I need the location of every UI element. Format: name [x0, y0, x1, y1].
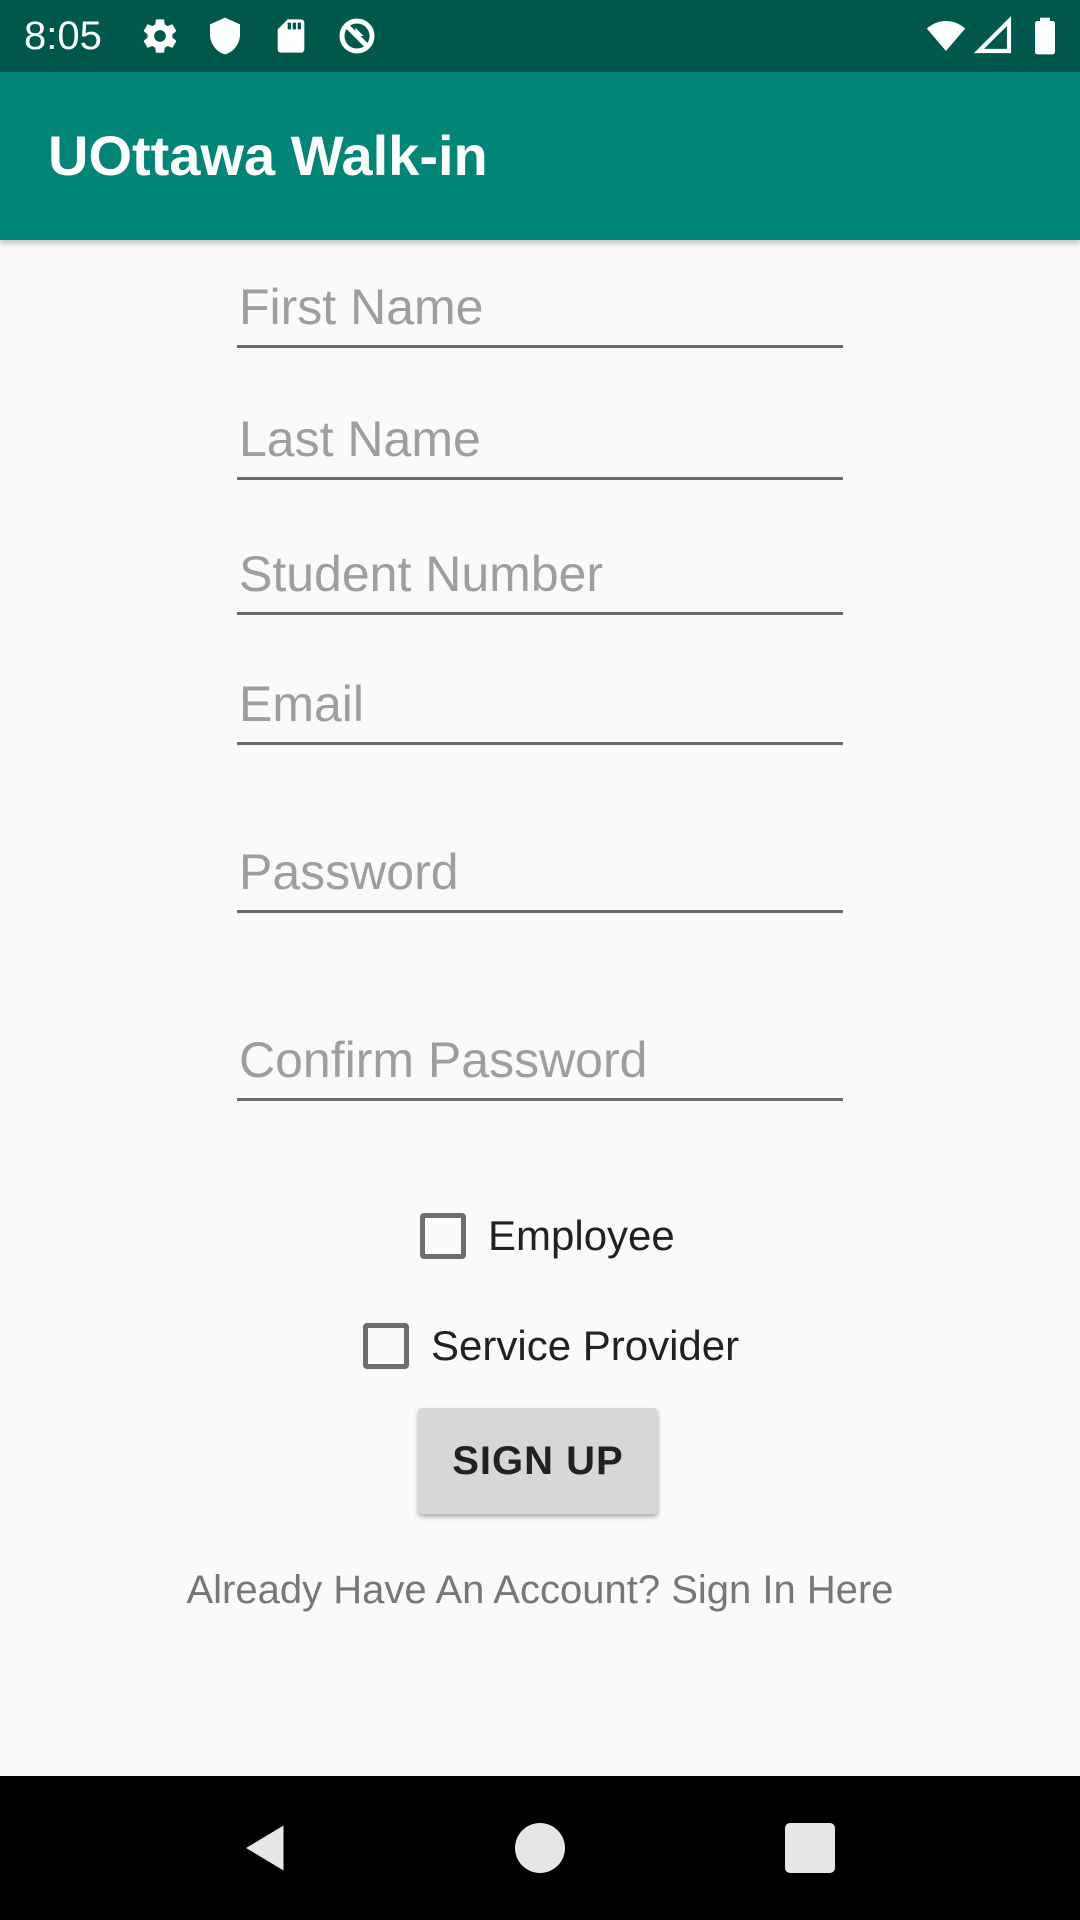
password-field[interactable]	[237, 833, 843, 913]
first-name-field-wrapper	[237, 268, 843, 348]
last-name-field-wrapper	[237, 400, 843, 480]
last-name-field[interactable]	[237, 400, 843, 480]
student-number-field[interactable]	[237, 535, 843, 615]
battery-icon	[1035, 17, 1055, 55]
confirm-password-field-wrapper	[237, 1021, 843, 1101]
first-name-field[interactable]	[237, 268, 843, 348]
app-bar: UOttawa Walk-in	[0, 72, 1080, 240]
status-time: 8:05	[24, 14, 102, 58]
password-field-wrapper	[237, 833, 843, 913]
email-field-wrapper	[237, 665, 843, 745]
confirm-password-field[interactable]	[237, 1021, 843, 1101]
email-field[interactable]	[237, 665, 843, 745]
signal-icon	[974, 16, 1012, 54]
service-provider-checkbox[interactable]	[363, 1323, 409, 1369]
wifi-icon	[926, 21, 966, 51]
sd-card-icon	[277, 19, 305, 53]
sign-in-link[interactable]: Already Have An Account? Sign In Here	[0, 1568, 1080, 1613]
employee-checkbox-row[interactable]: Employee	[420, 1206, 675, 1266]
no-sync-icon	[339, 18, 375, 54]
student-number-field-wrapper	[237, 535, 843, 615]
shield-icon	[210, 17, 240, 55]
gear-icon	[143, 19, 177, 53]
app-title: UOttawa Walk-in	[48, 124, 488, 187]
employee-checkbox-label: Employee	[488, 1212, 675, 1259]
service-provider-checkbox-label: Service Provider	[431, 1322, 740, 1369]
sign-up-button[interactable]: SIGN UP	[418, 1408, 658, 1514]
employee-checkbox[interactable]	[420, 1213, 466, 1259]
status-bar: 8:05	[0, 0, 1080, 72]
home-icon[interactable]	[510, 1818, 570, 1878]
service-provider-checkbox-row[interactable]: Service Provider	[363, 1316, 739, 1376]
recents-icon[interactable]	[780, 1818, 840, 1878]
navigation-bar	[0, 1776, 1080, 1920]
back-icon[interactable]	[236, 1818, 296, 1878]
